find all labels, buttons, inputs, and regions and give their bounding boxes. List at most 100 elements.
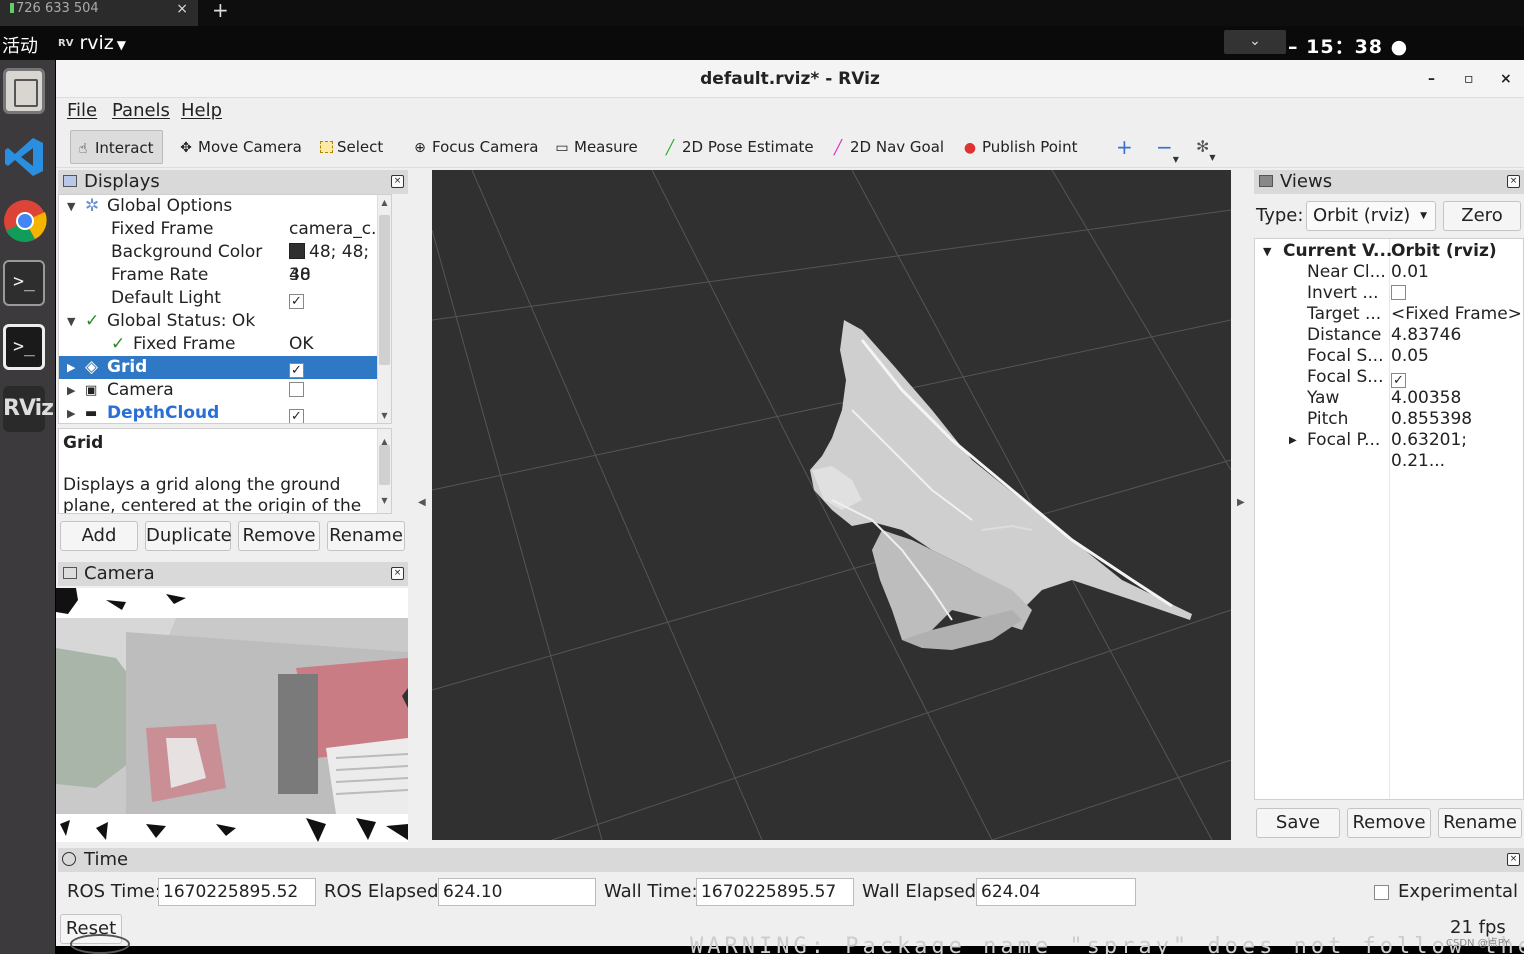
activities-button[interactable]: 活动 [2, 32, 38, 58]
view-row-near-clip[interactable]: Near Cl... 0.01 [1255, 262, 1523, 283]
rename-display-button[interactable]: Rename [327, 521, 405, 551]
expand-arrow-icon[interactable]: ▶ [67, 402, 75, 423]
publish-point-tool[interactable]: ● Publish Point [962, 134, 1078, 160]
view-value[interactable]: <Fixed Frame> [1391, 304, 1522, 325]
view-row-invert[interactable]: Invert ... [1255, 283, 1523, 304]
view-row-target[interactable]: Target ... <Fixed Frame> [1255, 304, 1523, 325]
close-panel-icon[interactable]: × [391, 175, 404, 188]
tree-row-grid[interactable]: ▶ ◈ Grid ✓ [59, 356, 391, 379]
wall-time-field[interactable]: 1670225895.57 [696, 878, 854, 906]
files-app-icon[interactable] [3, 68, 45, 114]
close-panel-icon[interactable]: × [391, 567, 404, 580]
view-value[interactable]: 4.00358 [1391, 388, 1461, 409]
view-row-focal-shape[interactable]: Focal S... ✓ [1255, 367, 1523, 388]
minimize-button[interactable]: – [1428, 60, 1435, 98]
scroll-up-icon[interactable]: ▲ [378, 198, 391, 207]
tree-row-status-fixed-frame[interactable]: ✓ Fixed Frame OK [59, 333, 391, 356]
nav-goal-tool[interactable]: ╱ 2D Nav Goal [830, 134, 944, 160]
displays-tree[interactable]: ▼ ✲ Global Options Fixed Frame camera_c.… [58, 194, 392, 424]
tree-row-depthcloud[interactable]: ▶ ▬ DepthCloud ✓ [59, 402, 391, 423]
app-menu[interactable]: RV rviz ▼ [58, 32, 126, 54]
menu-help[interactable]: Help [181, 100, 222, 121]
save-view-button[interactable]: Save [1256, 808, 1340, 838]
menu-panels[interactable]: Panels [112, 100, 170, 121]
vscode-app-icon[interactable] [3, 134, 45, 180]
scroll-down-icon[interactable]: ▼ [378, 411, 391, 420]
browser-tab[interactable]: 726 633 504 × [0, 0, 198, 26]
displays-scrollbar[interactable]: ▲ ▼ [377, 195, 391, 423]
collapse-arrow-icon[interactable]: ▼ [67, 195, 75, 218]
interact-tool[interactable]: ☝ Interact [70, 130, 163, 164]
expand-arrow-icon[interactable]: ▶ [67, 379, 75, 402]
move-camera-tool[interactable]: ✥ Move Camera [178, 134, 302, 160]
close-panel-icon[interactable]: × [1507, 175, 1520, 188]
grid-enabled-checkbox[interactable]: ✓ [289, 356, 304, 379]
clock[interactable]: – 15：38 ● [1288, 32, 1408, 59]
new-tab-button[interactable]: + [212, 0, 229, 22]
scroll-thumb[interactable] [379, 215, 390, 365]
tray-dropdown[interactable]: ⌄ [1224, 30, 1286, 54]
fixed-frame-value[interactable]: camera_c... [289, 218, 387, 241]
rename-view-button[interactable]: Rename [1438, 808, 1522, 838]
focal-shape-checkbox[interactable]: ✓ [1391, 367, 1406, 388]
view-value[interactable]: 0.855398 [1391, 409, 1472, 430]
add-display-button[interactable]: Add [60, 521, 138, 551]
view-value[interactable]: 0.01 [1391, 262, 1429, 283]
pose-estimate-tool[interactable]: ╱ 2D Pose Estimate [662, 134, 814, 160]
collapse-right-icon[interactable]: ▶ [1237, 497, 1245, 508]
terminal-app-icon[interactable]: >_ [3, 260, 45, 306]
ros-time-field[interactable]: 1670225895.52 [158, 878, 316, 906]
tree-row-global-options[interactable]: ▼ ✲ Global Options [59, 195, 391, 218]
views-tree[interactable]: ▼ Current V... Orbit (rviz) Near Cl... 0.… [1254, 238, 1524, 800]
3d-viewport[interactable] [432, 170, 1231, 840]
wall-elapsed-field[interactable]: 624.04 [976, 878, 1136, 906]
measure-tool[interactable]: ▭ Measure [554, 134, 637, 160]
remove-display-button[interactable]: Remove [238, 521, 320, 551]
zero-button[interactable]: Zero [1443, 201, 1521, 231]
close-window-button[interactable]: × [1500, 60, 1512, 98]
remove-tool-button[interactable]: −▼ [1156, 134, 1179, 164]
add-tool-button[interactable]: + [1116, 134, 1133, 160]
close-panel-icon[interactable]: × [1507, 853, 1520, 866]
tool-settings-button[interactable]: ✻▼ [1196, 134, 1216, 162]
invert-checkbox[interactable] [1391, 283, 1406, 304]
menu-file[interactable]: File [67, 100, 97, 121]
view-row-focal-point[interactable]: ▶ Focal P... 0.63201; 0.21... [1255, 430, 1523, 471]
view-row-distance[interactable]: Distance 4.83746 [1255, 325, 1523, 346]
focus-camera-tool[interactable]: ⊕ Focus Camera [412, 134, 538, 160]
view-value[interactable]: 0.05 [1391, 346, 1429, 367]
rviz-app-icon[interactable]: RViz [3, 386, 54, 432]
terminator-app-icon[interactable]: >_ [3, 324, 45, 370]
description-scrollbar[interactable]: ▲ ▼ [377, 429, 391, 513]
collapse-left-icon[interactable]: ◀ [418, 497, 426, 508]
select-tool[interactable]: Select [320, 134, 383, 160]
default-light-checkbox[interactable]: ✓ [289, 287, 304, 310]
view-row-focal-size[interactable]: Focal S... 0.05 [1255, 346, 1523, 367]
view-type-select[interactable]: Orbit (rviz) ▼ [1306, 201, 1436, 231]
scroll-down-icon[interactable]: ▼ [378, 490, 391, 511]
frame-rate-value[interactable]: 30 [289, 264, 311, 287]
close-tab-icon[interactable]: × [176, 0, 188, 18]
ros-elapsed-field[interactable]: 624.10 [438, 878, 596, 906]
view-row-yaw[interactable]: Yaw 4.00358 [1255, 388, 1523, 409]
tree-row-global-status[interactable]: ▼ ✓ Global Status: Ok [59, 310, 391, 333]
view-row-current[interactable]: ▼ Current V... Orbit (rviz) [1255, 241, 1523, 262]
expand-arrow-icon[interactable]: ▶ [67, 356, 75, 379]
view-value[interactable]: 4.83746 [1391, 325, 1461, 346]
depthcloud-enabled-checkbox[interactable]: ✓ [289, 402, 304, 423]
chrome-app-icon[interactable] [3, 198, 47, 244]
experimental-checkbox[interactable] [1374, 883, 1389, 903]
tree-row-background-color[interactable]: Background Color 48; 48; 48 [59, 241, 391, 285]
window-titlebar[interactable]: default.rviz* - RViz – ▫ × [56, 60, 1524, 98]
remove-view-button[interactable]: Remove [1347, 808, 1431, 838]
right-splitter[interactable]: ▶ [1231, 170, 1253, 840]
tree-row-frame-rate[interactable]: Frame Rate 30 [59, 264, 391, 287]
left-splitter[interactable]: ◀ [410, 170, 432, 840]
duplicate-display-button[interactable]: Duplicate [145, 521, 232, 551]
scroll-thumb[interactable] [379, 445, 390, 485]
tree-row-camera[interactable]: ▶ ▣ Camera [59, 379, 391, 402]
collapse-arrow-icon[interactable]: ▼ [1263, 241, 1271, 262]
view-row-pitch[interactable]: Pitch 0.855398 [1255, 409, 1523, 430]
camera-enabled-checkbox[interactable] [289, 379, 304, 402]
tree-row-fixed-frame[interactable]: Fixed Frame camera_c... [59, 218, 391, 241]
